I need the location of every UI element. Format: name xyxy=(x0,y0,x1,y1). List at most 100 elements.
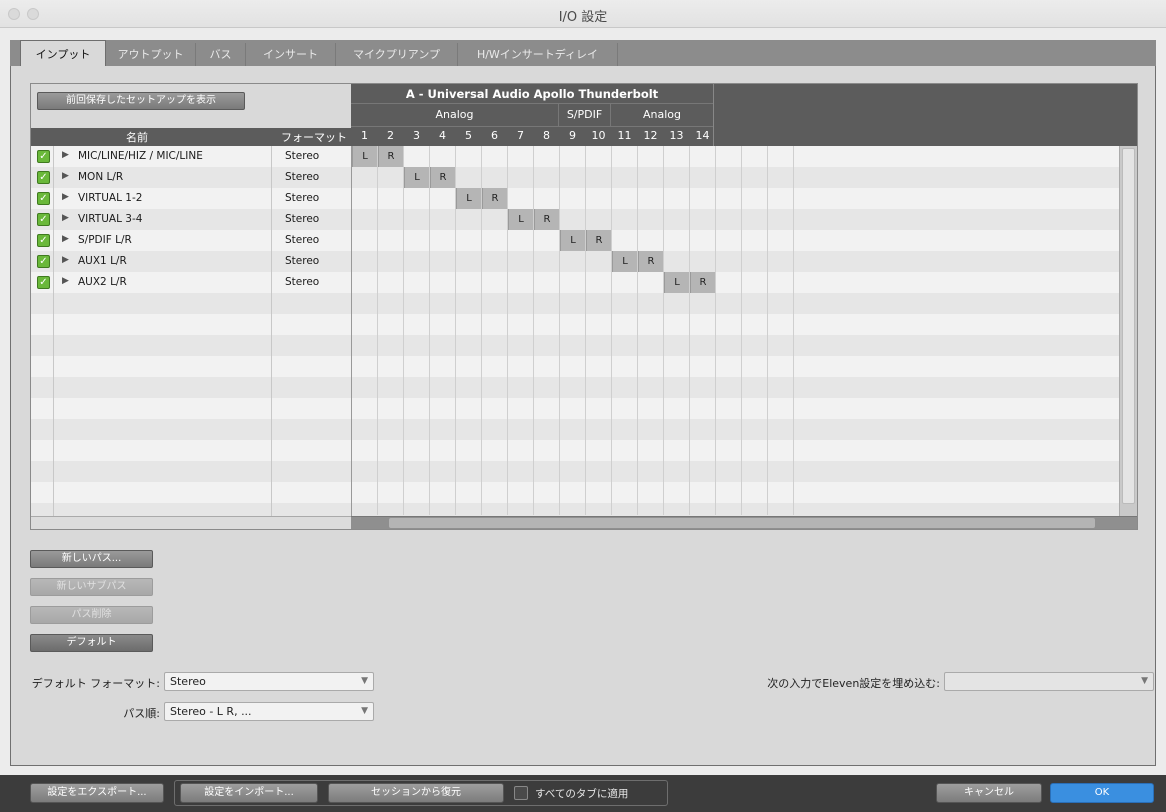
channel-left-assign[interactable]: L xyxy=(352,146,378,167)
new-path-button[interactable]: 新しいパス... xyxy=(30,550,153,568)
expand-triangle-icon[interactable]: ▶ xyxy=(62,213,69,223)
path-order-label: パス順: xyxy=(123,707,160,720)
table-row[interactable]: ✓ ▶ S/PDIF L/R Stereo L R xyxy=(31,230,1137,251)
default-format-select[interactable]: Stereo ▼ xyxy=(164,672,374,691)
horizontal-scrollbar[interactable] xyxy=(351,516,1137,529)
default-button[interactable]: デフォルト xyxy=(30,634,153,652)
path-order-value: Stereo - L R, ... xyxy=(170,705,252,718)
channel-right-assign[interactable]: R xyxy=(482,188,508,209)
footer-bar: 設定をエクスポート... 設定をインポート... セッションから復元 すべてのタ… xyxy=(0,775,1166,812)
channel-left-assign[interactable]: L xyxy=(456,188,482,209)
channel-left-assign[interactable]: L xyxy=(612,251,638,272)
channel-right-assign[interactable]: R xyxy=(586,230,612,251)
channel-right-assign[interactable]: R xyxy=(430,167,456,188)
empty-row xyxy=(31,419,1137,440)
channel-9: 9 xyxy=(569,129,576,142)
tab-hw-insert-delay[interactable]: H/Wインサートディレイ xyxy=(458,43,618,66)
enable-checkbox[interactable]: ✓ xyxy=(37,192,50,205)
channel-left-assign[interactable]: L xyxy=(404,167,430,188)
show-previous-setup-button[interactable]: 前回保存したセットアップを表示 xyxy=(37,92,245,110)
dropdown-arrow-icon: ▼ xyxy=(1141,676,1148,686)
enable-checkbox[interactable]: ✓ xyxy=(37,276,50,289)
vertical-scroll-thumb[interactable] xyxy=(1122,148,1135,504)
table-row[interactable]: ✓ ▶ AUX1 L/R Stereo L R xyxy=(31,251,1137,272)
enable-checkbox[interactable]: ✓ xyxy=(37,213,50,226)
channel-3: 3 xyxy=(413,129,420,142)
import-settings-button[interactable]: 設定をインポート... xyxy=(180,783,318,803)
expand-triangle-icon[interactable]: ▶ xyxy=(62,192,69,202)
tab-output[interactable]: アウトプット xyxy=(106,43,196,66)
enable-checkbox[interactable]: ✓ xyxy=(37,171,50,184)
empty-row xyxy=(31,377,1137,398)
expand-triangle-icon[interactable]: ▶ xyxy=(62,150,69,160)
table-row[interactable]: ✓ ▶ MON L/R Stereo L R xyxy=(31,167,1137,188)
ok-button[interactable]: OK xyxy=(1050,783,1154,803)
apply-all-tabs-checkbox[interactable] xyxy=(514,786,528,800)
channel-left-assign[interactable]: L xyxy=(560,230,586,251)
left-hscroll[interactable] xyxy=(31,516,351,529)
path-name: S/PDIF L/R xyxy=(78,234,132,246)
channel-8: 8 xyxy=(543,129,550,142)
expand-triangle-icon[interactable]: ▶ xyxy=(62,234,69,244)
table-row[interactable]: ✓ ▶ VIRTUAL 3-4 Stereo L R xyxy=(31,209,1137,230)
table-row[interactable]: ✓ ▶ VIRTUAL 1-2 Stereo L R xyxy=(31,188,1137,209)
window-title: I/O 設定 xyxy=(558,10,608,25)
path-name: AUX2 L/R xyxy=(78,276,127,288)
grid-line xyxy=(611,146,612,515)
empty-row xyxy=(31,503,1137,516)
grid-line xyxy=(767,146,768,515)
channel-right-assign[interactable]: R xyxy=(378,146,404,167)
enable-checkbox[interactable]: ✓ xyxy=(37,234,50,247)
delete-path-button[interactable]: パス削除 xyxy=(30,606,153,624)
channel-4: 4 xyxy=(439,129,446,142)
channel-left-assign[interactable]: L xyxy=(508,209,534,230)
enable-checkbox[interactable]: ✓ xyxy=(37,255,50,268)
dropdown-arrow-icon: ▼ xyxy=(361,706,368,716)
separator xyxy=(271,146,272,516)
channel-7: 7 xyxy=(517,129,524,142)
path-order-select[interactable]: Stereo - L R, ... ▼ xyxy=(164,702,374,721)
expand-triangle-icon[interactable]: ▶ xyxy=(62,171,69,181)
tab-input[interactable]: インプット xyxy=(20,40,106,66)
table-row[interactable]: ✓ ▶ MIC/LINE/HIZ / MIC/LINE Stereo L R xyxy=(31,146,1137,167)
path-format: Stereo xyxy=(285,171,320,183)
grid-line xyxy=(455,146,456,515)
eleven-label: 次の入力でEleven設定を埋め込む: xyxy=(767,677,940,690)
restore-from-session-button[interactable]: セッションから復元 xyxy=(328,783,504,803)
grid-line xyxy=(377,146,378,515)
grid-line xyxy=(403,146,404,515)
tab-bar: インプット アウトプット バス インサート マイクプリアンプ H/Wインサートデ… xyxy=(10,40,1156,66)
channel-6: 6 xyxy=(491,129,498,142)
path-format: Stereo xyxy=(285,255,320,267)
channel-right-assign[interactable]: R xyxy=(638,251,664,272)
vertical-scrollbar[interactable] xyxy=(1119,146,1137,516)
expand-triangle-icon[interactable]: ▶ xyxy=(62,255,69,265)
export-settings-button[interactable]: 設定をエクスポート... xyxy=(30,783,164,803)
table-row[interactable]: ✓ ▶ AUX2 L/R Stereo L R xyxy=(31,272,1137,293)
io-grid: 前回保存したセットアップを表示 A - Universal Audio Apol… xyxy=(30,83,1138,530)
channel-left-assign[interactable]: L xyxy=(664,272,690,293)
cancel-button[interactable]: キャンセル xyxy=(936,783,1042,803)
enable-checkbox[interactable]: ✓ xyxy=(37,150,50,163)
new-sub-path-button[interactable]: 新しいサブパス xyxy=(30,578,153,596)
path-format: Stereo xyxy=(285,234,320,246)
device-title: A - Universal Audio Apollo Thunderbolt xyxy=(351,84,713,104)
channel-right-assign[interactable]: R xyxy=(534,209,560,230)
tab-bus[interactable]: バス xyxy=(196,43,246,66)
empty-row xyxy=(31,482,1137,503)
horizontal-scroll-thumb[interactable] xyxy=(389,518,1095,528)
expand-triangle-icon[interactable]: ▶ xyxy=(62,276,69,286)
channel-2: 2 xyxy=(387,129,394,142)
tab-insert[interactable]: インサート xyxy=(246,43,336,66)
tab-mic-preamp[interactable]: マイクプリアンプ xyxy=(336,43,458,66)
eleven-select[interactable]: ▼ xyxy=(944,672,1154,691)
io-settings-window: I/O 設定 インプット アウトプット バス インサート マイクプリアンプ H/… xyxy=(0,0,1166,812)
grid-line xyxy=(429,146,430,515)
channel-5: 5 xyxy=(465,129,472,142)
empty-row xyxy=(31,293,1137,314)
channel-10: 10 xyxy=(591,129,606,142)
path-format: Stereo xyxy=(285,276,320,288)
group-analog-2: Analog xyxy=(642,108,681,121)
grid-line xyxy=(663,146,664,515)
channel-right-assign[interactable]: R xyxy=(690,272,716,293)
